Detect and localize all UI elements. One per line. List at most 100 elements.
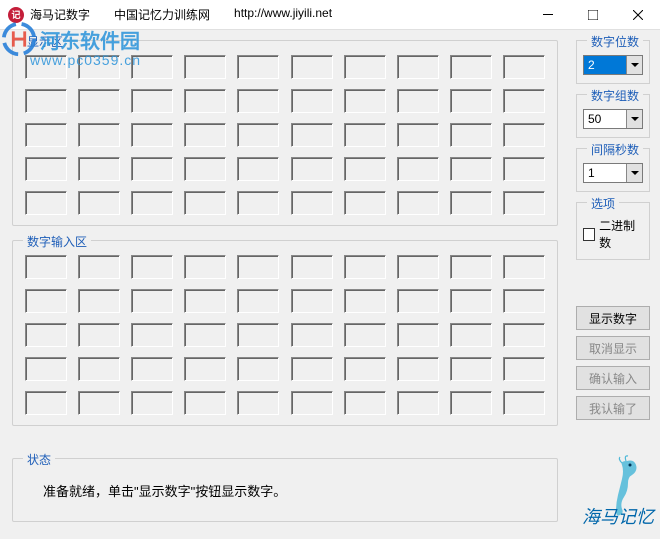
display-cell	[397, 123, 439, 147]
title-site-name: 中国记忆力训练网	[114, 6, 210, 23]
input-cell[interactable]	[503, 323, 545, 347]
giveup-button[interactable]: 我认输了	[576, 396, 650, 420]
input-cell[interactable]	[397, 357, 439, 381]
close-button[interactable]	[615, 0, 660, 29]
display-cell	[397, 55, 439, 79]
input-cell[interactable]	[450, 323, 492, 347]
input-cell[interactable]	[25, 255, 67, 279]
input-cell[interactable]	[25, 289, 67, 313]
display-cell	[237, 157, 279, 181]
input-cell[interactable]	[344, 391, 386, 415]
input-cell[interactable]	[131, 391, 173, 415]
input-cell[interactable]	[237, 323, 279, 347]
interval-dropdown[interactable]: 1	[583, 163, 643, 183]
display-cell	[131, 123, 173, 147]
group-count-dropdown[interactable]: 50	[583, 109, 643, 129]
input-cell[interactable]	[450, 357, 492, 381]
display-cell	[291, 123, 333, 147]
input-cell[interactable]	[131, 357, 173, 381]
input-cell[interactable]	[184, 323, 226, 347]
display-cell	[291, 191, 333, 215]
binary-checkbox[interactable]	[583, 228, 595, 241]
input-cell[interactable]	[503, 289, 545, 313]
input-cell[interactable]	[450, 391, 492, 415]
input-cell[interactable]	[237, 289, 279, 313]
input-cell[interactable]	[184, 289, 226, 313]
display-cell	[78, 123, 120, 147]
input-cell[interactable]	[344, 255, 386, 279]
input-cell[interactable]	[25, 391, 67, 415]
input-cell[interactable]	[291, 357, 333, 381]
group-count-fieldset: 数字组数 50	[576, 94, 650, 138]
input-cell[interactable]	[291, 255, 333, 279]
display-cell	[25, 123, 67, 147]
input-cell[interactable]	[450, 255, 492, 279]
input-cell[interactable]	[344, 357, 386, 381]
chevron-down-icon[interactable]	[626, 164, 642, 182]
chevron-down-icon[interactable]	[626, 56, 642, 74]
display-cell	[78, 89, 120, 113]
input-cell[interactable]	[503, 391, 545, 415]
input-cell[interactable]	[291, 391, 333, 415]
chevron-down-icon[interactable]	[626, 110, 642, 128]
input-cell[interactable]	[131, 255, 173, 279]
input-cell[interactable]	[503, 357, 545, 381]
display-cell	[344, 123, 386, 147]
display-cell	[25, 157, 67, 181]
interval-value: 1	[584, 166, 626, 180]
display-cell	[237, 89, 279, 113]
input-cell[interactable]	[131, 323, 173, 347]
input-cell[interactable]	[344, 289, 386, 313]
input-cell[interactable]	[291, 323, 333, 347]
display-cell	[25, 89, 67, 113]
display-cell	[237, 55, 279, 79]
input-cell[interactable]	[344, 323, 386, 347]
input-cell[interactable]	[291, 289, 333, 313]
cancel-button[interactable]: 取消显示	[576, 336, 650, 360]
display-cell	[237, 191, 279, 215]
display-cell	[184, 123, 226, 147]
display-cell	[78, 191, 120, 215]
input-cell[interactable]	[25, 357, 67, 381]
display-cell	[344, 89, 386, 113]
maximize-button[interactable]	[570, 0, 615, 29]
input-grid	[25, 255, 545, 415]
options-label: 选项	[587, 195, 619, 212]
minimize-button[interactable]	[525, 0, 570, 29]
input-cell[interactable]	[78, 357, 120, 381]
digit-count-value: 2	[584, 58, 626, 72]
display-cell	[397, 191, 439, 215]
input-cell[interactable]	[397, 323, 439, 347]
status-area-legend: 状态	[23, 451, 55, 468]
input-cell[interactable]	[78, 289, 120, 313]
display-cell	[344, 55, 386, 79]
input-cell[interactable]	[78, 323, 120, 347]
confirm-button[interactable]: 确认输入	[576, 366, 650, 390]
input-cell[interactable]	[131, 289, 173, 313]
input-cell[interactable]	[397, 255, 439, 279]
input-cell[interactable]	[397, 289, 439, 313]
input-cell[interactable]	[184, 357, 226, 381]
input-cell[interactable]	[184, 255, 226, 279]
input-cell[interactable]	[237, 357, 279, 381]
input-cell[interactable]	[450, 289, 492, 313]
input-cell[interactable]	[78, 255, 120, 279]
interval-label: 间隔秒数	[587, 141, 643, 158]
app-icon: 记	[8, 7, 24, 23]
digit-count-dropdown[interactable]: 2	[583, 55, 643, 75]
display-cell	[344, 157, 386, 181]
input-cell[interactable]	[503, 255, 545, 279]
input-cell[interactable]	[237, 391, 279, 415]
binary-label: 二进制数	[599, 217, 643, 251]
input-cell[interactable]	[184, 391, 226, 415]
display-cell	[131, 89, 173, 113]
display-grid	[25, 55, 545, 215]
input-cell[interactable]	[78, 391, 120, 415]
show-button[interactable]: 显示数字	[576, 306, 650, 330]
input-cell[interactable]	[397, 391, 439, 415]
display-cell	[131, 191, 173, 215]
display-cell	[291, 55, 333, 79]
input-cell[interactable]	[25, 323, 67, 347]
display-cell	[184, 191, 226, 215]
input-cell[interactable]	[237, 255, 279, 279]
